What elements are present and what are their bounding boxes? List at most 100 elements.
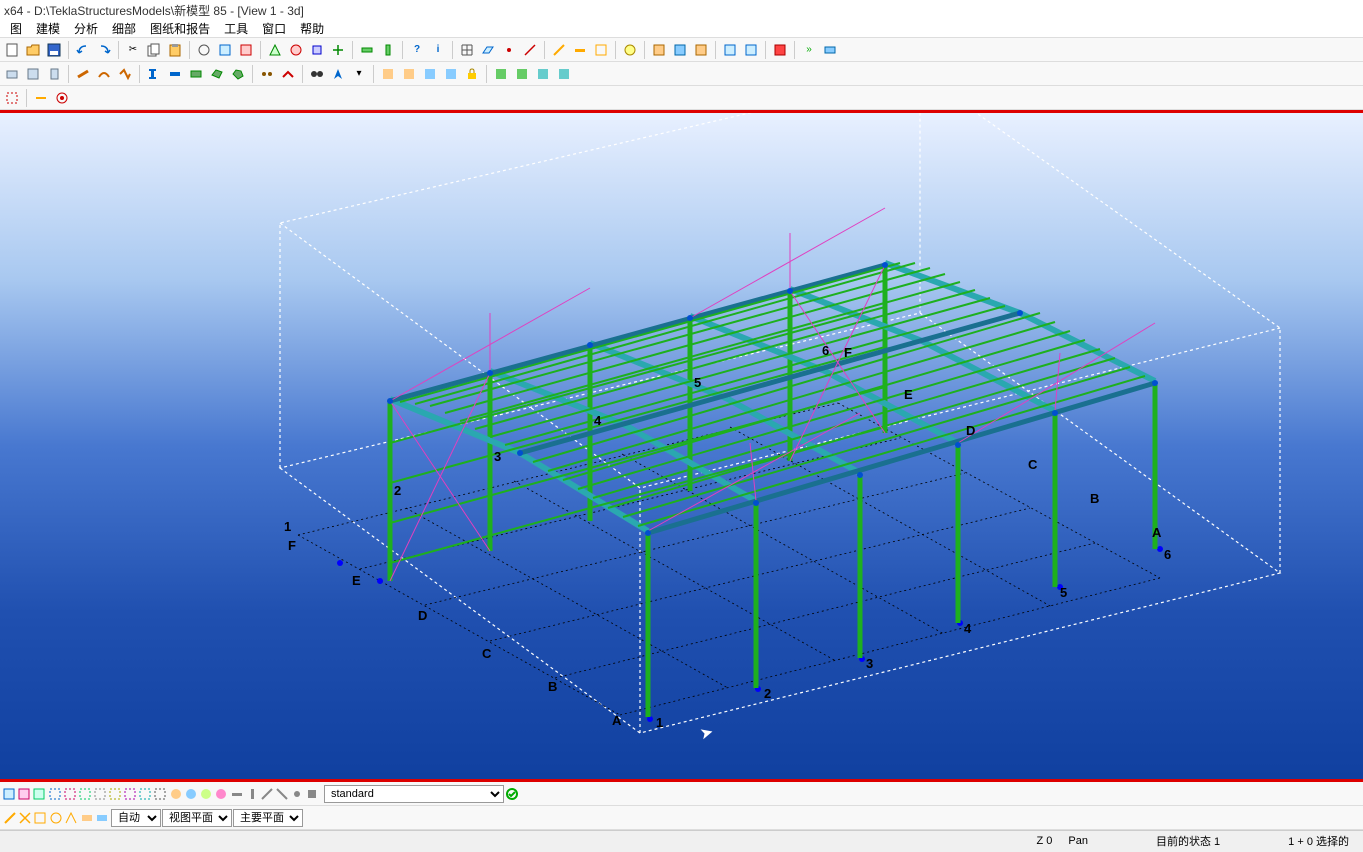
snap-mode-select[interactable]: 自动 bbox=[111, 809, 161, 827]
plate-icon[interactable] bbox=[186, 64, 206, 84]
apply-icon[interactable] bbox=[505, 787, 519, 801]
open-icon[interactable] bbox=[23, 40, 43, 60]
snap-main-select[interactable]: 主要平面 bbox=[233, 809, 303, 827]
tool-icon[interactable] bbox=[512, 64, 532, 84]
cut-icon[interactable]: ✂ bbox=[123, 40, 143, 60]
bolt-icon[interactable] bbox=[257, 64, 277, 84]
filter-icon[interactable] bbox=[93, 787, 107, 801]
filter-icon[interactable] bbox=[32, 787, 46, 801]
tool-icon[interactable] bbox=[741, 40, 761, 60]
menu-drawings[interactable]: 图纸和报告 bbox=[144, 20, 216, 35]
select-icon[interactable] bbox=[2, 88, 22, 108]
snap-icon[interactable] bbox=[64, 811, 78, 825]
tool-icon[interactable] bbox=[286, 40, 306, 60]
beam-icon[interactable] bbox=[94, 64, 114, 84]
tool-icon[interactable] bbox=[378, 40, 398, 60]
menu-help[interactable]: 帮助 bbox=[294, 20, 330, 35]
filter-icon[interactable] bbox=[230, 787, 244, 801]
tool-icon[interactable] bbox=[770, 40, 790, 60]
snap-icon[interactable] bbox=[95, 811, 109, 825]
grid-icon[interactable] bbox=[457, 40, 477, 60]
view-icon[interactable] bbox=[44, 64, 64, 84]
tool-icon[interactable] bbox=[265, 40, 285, 60]
tool-icon[interactable] bbox=[194, 40, 214, 60]
tool-icon[interactable] bbox=[649, 40, 669, 60]
binoculars-icon[interactable] bbox=[307, 64, 327, 84]
filter-icon[interactable] bbox=[199, 787, 213, 801]
tool-icon[interactable] bbox=[554, 64, 574, 84]
tool-icon[interactable] bbox=[420, 64, 440, 84]
point-icon[interactable] bbox=[499, 40, 519, 60]
menu-view[interactable]: 图 bbox=[4, 20, 28, 35]
filter-icon[interactable] bbox=[108, 787, 122, 801]
help-icon[interactable]: ? bbox=[407, 40, 427, 60]
new-icon[interactable] bbox=[2, 40, 22, 60]
lock-icon[interactable] bbox=[462, 64, 482, 84]
filter-icon[interactable] bbox=[138, 787, 152, 801]
menu-window[interactable]: 窗口 bbox=[256, 20, 292, 35]
tool-icon[interactable] bbox=[620, 40, 640, 60]
filter-icon[interactable] bbox=[2, 787, 16, 801]
filter-icon[interactable] bbox=[290, 787, 304, 801]
snap-icon[interactable] bbox=[3, 811, 17, 825]
menu-tools[interactable]: 工具 bbox=[218, 20, 254, 35]
profile-icon[interactable] bbox=[144, 64, 164, 84]
tool-icon[interactable] bbox=[328, 40, 348, 60]
tool-icon[interactable] bbox=[691, 40, 711, 60]
tool-icon[interactable] bbox=[441, 64, 461, 84]
filter-icon[interactable] bbox=[184, 787, 198, 801]
tool-icon[interactable] bbox=[491, 64, 511, 84]
filter-icon[interactable] bbox=[17, 787, 31, 801]
view-icon[interactable] bbox=[2, 64, 22, 84]
filter-icon[interactable] bbox=[63, 787, 77, 801]
tool-icon[interactable] bbox=[720, 40, 740, 60]
beam-icon[interactable] bbox=[115, 64, 135, 84]
tool-icon[interactable] bbox=[215, 40, 235, 60]
tool-icon[interactable] bbox=[533, 64, 553, 84]
plate-icon[interactable] bbox=[228, 64, 248, 84]
tool-icon[interactable] bbox=[820, 40, 840, 60]
plate-icon[interactable] bbox=[207, 64, 227, 84]
filter-icon[interactable] bbox=[48, 787, 62, 801]
tool-icon[interactable] bbox=[236, 40, 256, 60]
filter-icon[interactable] bbox=[78, 787, 92, 801]
tool-icon[interactable] bbox=[591, 40, 611, 60]
tool-icon[interactable] bbox=[357, 40, 377, 60]
snap-icon[interactable] bbox=[31, 88, 51, 108]
save-icon[interactable] bbox=[44, 40, 64, 60]
filter-icon[interactable] bbox=[275, 787, 289, 801]
profile-icon[interactable] bbox=[165, 64, 185, 84]
menu-model[interactable]: 建模 bbox=[30, 20, 66, 35]
beam-icon[interactable] bbox=[73, 64, 93, 84]
line-icon[interactable] bbox=[520, 40, 540, 60]
snap-plane-select[interactable]: 视图平面 bbox=[162, 809, 232, 827]
filter-icon[interactable] bbox=[123, 787, 137, 801]
tool-icon[interactable] bbox=[307, 40, 327, 60]
measure-icon[interactable] bbox=[549, 40, 569, 60]
filter-icon[interactable] bbox=[169, 787, 183, 801]
filter-icon[interactable] bbox=[153, 787, 167, 801]
weld-icon[interactable] bbox=[278, 64, 298, 84]
filter-icon[interactable] bbox=[214, 787, 228, 801]
filter-icon[interactable] bbox=[305, 787, 319, 801]
redo-icon[interactable] bbox=[94, 40, 114, 60]
navigate-icon[interactable] bbox=[328, 64, 348, 84]
snap-icon[interactable] bbox=[80, 811, 94, 825]
undo-icon[interactable] bbox=[73, 40, 93, 60]
plane-icon[interactable] bbox=[478, 40, 498, 60]
view-icon[interactable] bbox=[23, 64, 43, 84]
paste-icon[interactable] bbox=[165, 40, 185, 60]
3d-viewport[interactable]: 1 2 3 4 5 6 1 2 3 4 5 6 A B C D E F A B … bbox=[0, 110, 1363, 782]
snap-icon[interactable] bbox=[33, 811, 47, 825]
copy-icon[interactable] bbox=[144, 40, 164, 60]
menu-detail[interactable]: 细部 bbox=[106, 20, 142, 35]
origin-icon[interactable] bbox=[52, 88, 72, 108]
snap-icon[interactable] bbox=[49, 811, 63, 825]
standard-select[interactable]: standard bbox=[324, 785, 504, 803]
tool-icon[interactable] bbox=[670, 40, 690, 60]
info-icon[interactable]: i bbox=[428, 40, 448, 60]
menu-analysis[interactable]: 分析 bbox=[68, 20, 104, 35]
filter-icon[interactable] bbox=[245, 787, 259, 801]
tool-icon[interactable] bbox=[378, 64, 398, 84]
tool-icon[interactable]: » bbox=[799, 40, 819, 60]
